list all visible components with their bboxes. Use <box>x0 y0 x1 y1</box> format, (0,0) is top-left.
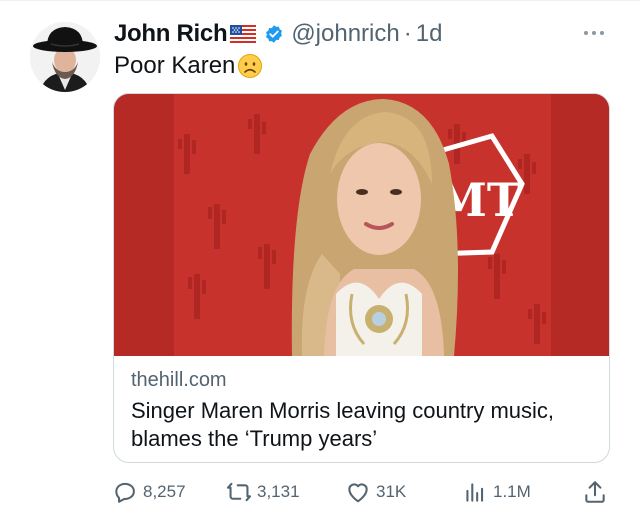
author-display-name[interactable]: John Rich <box>114 20 228 48</box>
views-chart-icon <box>466 483 484 502</box>
tweet-header: John Rich @johnrich · 1d <box>114 18 442 50</box>
card-image: MT <box>114 94 609 356</box>
tweet-timestamp[interactable]: 1d <box>416 20 443 48</box>
link-preview-card[interactable]: MT thehill.com Singer Maren Morris leavi… <box>113 93 610 463</box>
reply-count: 8,257 <box>143 482 186 501</box>
repost-icon <box>226 482 252 502</box>
frowning-face-emoji-icon <box>237 53 263 79</box>
top-divider <box>0 0 640 1</box>
tweet-text: Poor Karen <box>114 52 263 80</box>
separator-dot: · <box>403 20 412 47</box>
share-icon <box>585 481 605 503</box>
more-options-icon[interactable] <box>582 26 606 38</box>
avatar[interactable] <box>30 22 100 92</box>
repost-count: 3,131 <box>257 482 300 501</box>
like-count: 31K <box>376 482 407 501</box>
views-count: 1.1M <box>493 482 531 501</box>
verified-badge-icon[interactable] <box>264 24 284 44</box>
repost-button[interactable]: 3,131 <box>226 478 300 506</box>
like-button[interactable]: 31K <box>345 478 406 506</box>
tweet-body: Poor Karen <box>114 52 236 79</box>
us-flag-icon <box>230 25 257 43</box>
reply-icon <box>115 482 135 503</box>
views-button[interactable]: 1.1M <box>462 478 531 506</box>
share-button[interactable] <box>582 478 608 506</box>
reply-button[interactable]: 8,257 <box>112 478 186 506</box>
avatar-image <box>30 22 100 92</box>
card-title: Singer Maren Morris leaving country musi… <box>131 398 555 451</box>
author-handle[interactable]: @johnrich <box>291 20 399 48</box>
tweet-actions-bar: 8,257 3,131 31K 1.1M <box>112 478 612 506</box>
heart-icon <box>348 483 368 503</box>
card-domain: thehill.com <box>131 369 227 391</box>
